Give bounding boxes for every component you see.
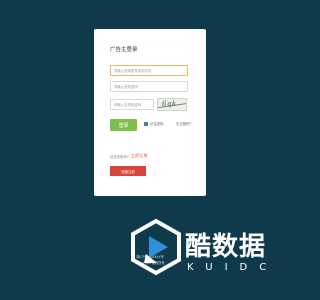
watermark-play-icon [131, 218, 181, 276]
password-input[interactable] [110, 81, 188, 92]
remember-password[interactable]: 记住密码 [144, 121, 164, 126]
quick-register-button[interactable]: 快速注册 [110, 166, 146, 176]
captcha-image[interactable]: 6qk [157, 98, 187, 111]
remember-label: 记住密码 [150, 122, 164, 126]
register-link[interactable]: 立即注册 [131, 153, 148, 159]
register-prompt: 还没有账号? [110, 154, 129, 159]
login-title: 广告主登录 [110, 47, 138, 53]
account-input[interactable] [110, 65, 188, 76]
captcha-text: 6qk [162, 100, 177, 108]
login-button[interactable]: 登录 [110, 119, 137, 131]
remember-checkbox[interactable] [144, 121, 148, 126]
watermark-subtitle: KUIDC [187, 262, 279, 273]
watermark-title: 酷数据 [185, 232, 267, 262]
register-row: 还没有账号? 立即注册 [110, 153, 148, 159]
login-card: 广告主登录 6qk 登录 记住密码 忘记密码? 还没有账号? 立即注册 快速注册 [94, 29, 206, 196]
captcha-input[interactable] [110, 99, 154, 110]
forgot-password-link[interactable]: 忘记密码? [176, 121, 191, 126]
